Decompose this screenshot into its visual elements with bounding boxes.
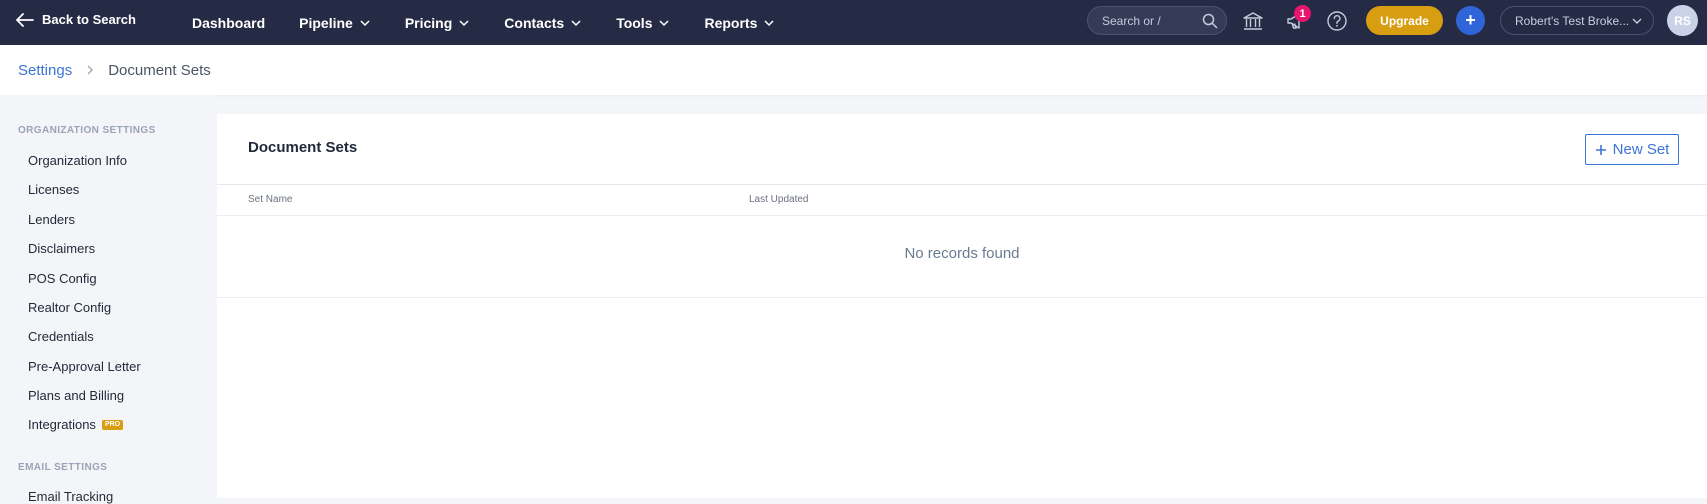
chevron-down-icon	[764, 19, 774, 26]
plus-icon	[1595, 144, 1606, 155]
nav-reports[interactable]: Reports	[704, 15, 775, 31]
org-settings-heading: ORGANIZATION SETTINGS	[18, 125, 156, 136]
sidebar-item-licenses[interactable]: Licenses	[28, 182, 79, 197]
nav-tools[interactable]: Tools	[616, 15, 670, 31]
user-avatar[interactable]: RS	[1667, 5, 1698, 36]
sidebar-item-email-tracking[interactable]: Email Tracking	[28, 489, 113, 504]
arrow-left-icon	[16, 12, 34, 27]
email-settings-heading: EMAIL SETTINGS	[18, 462, 108, 473]
top-navigation-bar: Back to Search Dashboard Pipeline Pricin…	[0, 0, 1707, 45]
table-header-divider	[217, 215, 1707, 216]
sidebar-item-plans-and-billing[interactable]: Plans and Billing	[28, 388, 124, 403]
column-header-last-updated[interactable]: Last Updated	[749, 194, 809, 205]
chevron-right-icon	[86, 64, 94, 76]
bank-icon	[1243, 12, 1263, 30]
chevron-down-icon	[571, 19, 581, 26]
main-nav: Dashboard Pipeline Pricing Contacts Tool…	[192, 0, 809, 45]
nav-pipeline-label: Pipeline	[299, 14, 353, 31]
help-button[interactable]	[1325, 9, 1349, 33]
table-bottom-divider	[217, 297, 1707, 298]
nav-contacts-label: Contacts	[504, 14, 565, 31]
nav-pricing[interactable]: Pricing	[405, 15, 470, 31]
quick-add-button[interactable]: +	[1456, 6, 1485, 35]
nav-pricing-label: Pricing	[404, 14, 453, 31]
breadcrumb-settings-link[interactable]: Settings	[18, 62, 72, 79]
new-set-label: New Set	[1612, 141, 1670, 158]
settings-sidebar: ORGANIZATION SETTINGS Organization Info …	[0, 95, 217, 504]
back-to-search-label: Back to Search	[42, 12, 136, 27]
document-sets-panel: Document Sets New Set Set Name Last Upda…	[217, 114, 1707, 498]
search-icon[interactable]	[1202, 13, 1218, 29]
nav-dashboard[interactable]: Dashboard	[192, 15, 265, 31]
column-header-set-name[interactable]: Set Name	[248, 194, 292, 205]
chevron-down-icon	[1632, 18, 1642, 24]
new-set-button[interactable]: New Set	[1585, 134, 1679, 165]
chevron-down-icon	[459, 19, 469, 26]
sidebar-item-integrations-label: Integrations	[28, 417, 96, 432]
sidebar-item-credentials[interactable]: Credentials	[28, 329, 94, 344]
nav-contacts[interactable]: Contacts	[504, 15, 582, 31]
sidebar-item-disclaimers[interactable]: Disclaimers	[28, 241, 95, 256]
sidebar-item-organization-info[interactable]: Organization Info	[28, 153, 127, 168]
upgrade-button[interactable]: Upgrade	[1366, 6, 1443, 35]
nav-dashboard-label: Dashboard	[192, 14, 266, 31]
sidebar-item-lenders[interactable]: Lenders	[28, 212, 75, 227]
notification-badge: 1	[1294, 5, 1311, 22]
breadcrumb-current: Document Sets	[108, 61, 211, 79]
help-icon	[1327, 11, 1347, 31]
nav-reports-label: Reports	[704, 14, 758, 31]
chevron-down-icon	[360, 19, 370, 26]
sidebar-item-integrations[interactable]: Integrations PRO	[28, 417, 124, 432]
empty-state-message: No records found	[904, 245, 1020, 262]
header-divider	[217, 184, 1707, 185]
bank-icon-button[interactable]	[1241, 9, 1265, 33]
organization-selector[interactable]: Robert's Test Broke...	[1500, 6, 1654, 35]
chevron-down-icon	[659, 19, 670, 26]
global-search	[1087, 6, 1227, 35]
organization-name: Robert's Test Broke...	[1515, 13, 1630, 28]
nav-tools-label: Tools	[616, 14, 653, 31]
nav-pipeline[interactable]: Pipeline	[299, 15, 371, 31]
back-to-search-link[interactable]: Back to Search	[16, 12, 136, 27]
pro-badge: PRO	[101, 419, 124, 430]
sidebar-item-realtor-config[interactable]: Realtor Config	[28, 300, 111, 315]
search-input[interactable]	[1102, 13, 1202, 28]
sidebar-item-pre-approval-letter[interactable]: Pre-Approval Letter	[28, 359, 141, 374]
breadcrumb: Settings Document Sets	[0, 45, 1707, 95]
sidebar-item-pos-config[interactable]: POS Config	[28, 271, 97, 286]
page-title: Document Sets	[248, 139, 358, 156]
